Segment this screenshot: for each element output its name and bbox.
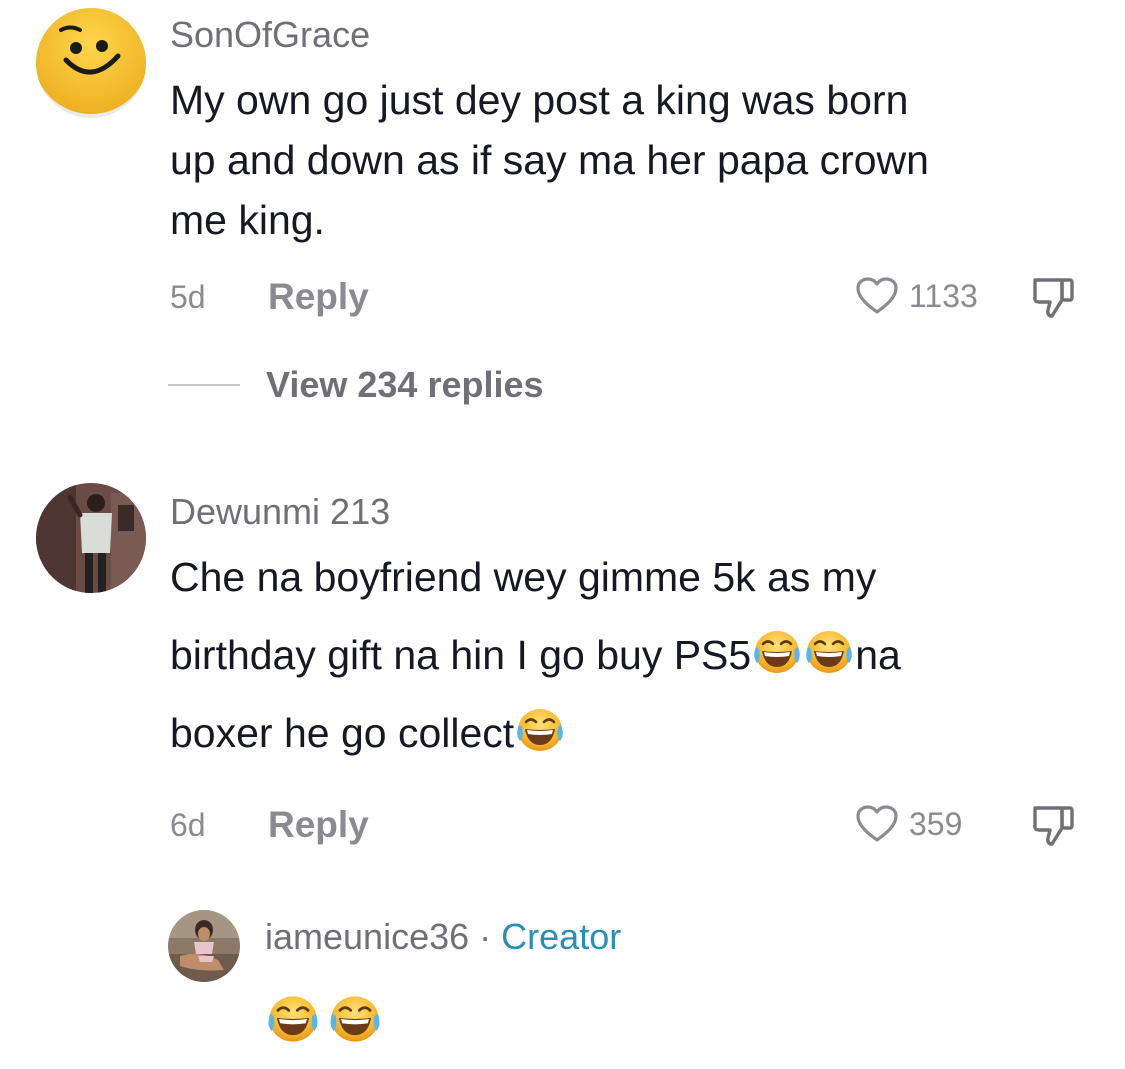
separator-dot: · xyxy=(479,916,492,957)
reply-text xyxy=(265,994,383,1044)
view-replies-label: View 234 replies xyxy=(266,364,544,405)
like-button[interactable]: 359 xyxy=(855,804,962,844)
avatar[interactable] xyxy=(36,483,146,593)
like-button[interactable]: 1133 xyxy=(855,276,978,316)
comment-line-text: boxer he go collect xyxy=(170,710,515,756)
reply-header: iameunice36 · Creator xyxy=(265,916,621,958)
reply-username[interactable]: iameunice36 xyxy=(265,916,469,957)
comment-text: Che na boyfriend wey gimme 5k as my birt… xyxy=(170,538,901,772)
heart-icon xyxy=(856,805,898,842)
comment-line: up and down as if say ma her papa crown xyxy=(170,137,929,183)
reply-button[interactable]: Reply xyxy=(268,804,369,846)
divider xyxy=(168,384,240,386)
comment-line: me king. xyxy=(170,197,325,243)
comment-timestamp: 5d xyxy=(170,279,206,315)
thumbs-down-icon[interactable] xyxy=(1030,804,1076,848)
face-with-tears-of-joy-emoji xyxy=(327,994,383,1044)
heart-icon xyxy=(856,277,898,314)
view-replies-button[interactable]: View 234 replies xyxy=(168,364,544,406)
comment-text: My own go just dey post a king was born … xyxy=(170,70,929,250)
face-with-tears-of-joy-emoji xyxy=(751,629,803,675)
face-with-tears-of-joy-emoji xyxy=(265,994,321,1044)
comment-username[interactable]: Dewunmi 213 xyxy=(170,491,390,533)
comment-line: boxer he go collect xyxy=(170,694,901,772)
person-photo-avatar xyxy=(168,910,240,982)
thumbs-down-icon[interactable] xyxy=(1030,276,1076,320)
face-with-tears-of-joy-emoji xyxy=(514,707,566,753)
smiley-face-avatar xyxy=(36,8,146,118)
face-with-tears-of-joy-emoji xyxy=(803,629,855,675)
comment-line: My own go just dey post a king was born xyxy=(170,77,909,123)
comment-username[interactable]: SonOfGrace xyxy=(170,14,370,56)
avatar[interactable] xyxy=(168,910,240,982)
comment-timestamp: 6d xyxy=(170,807,206,843)
person-photo-avatar xyxy=(36,483,146,593)
like-count: 1133 xyxy=(909,277,978,314)
comment-line: Che na boyfriend wey gimme 5k as my xyxy=(170,554,877,600)
avatar[interactable] xyxy=(36,8,146,118)
creator-badge: Creator xyxy=(501,916,622,957)
comment-line-text: na xyxy=(855,632,901,678)
comment-line: birthday gift na hin I go buy PS5 na xyxy=(170,616,901,694)
reply-button[interactable]: Reply xyxy=(268,276,369,318)
comment-line-text: birthday gift na hin I go buy PS5 xyxy=(170,632,752,678)
like-count: 359 xyxy=(909,805,963,842)
